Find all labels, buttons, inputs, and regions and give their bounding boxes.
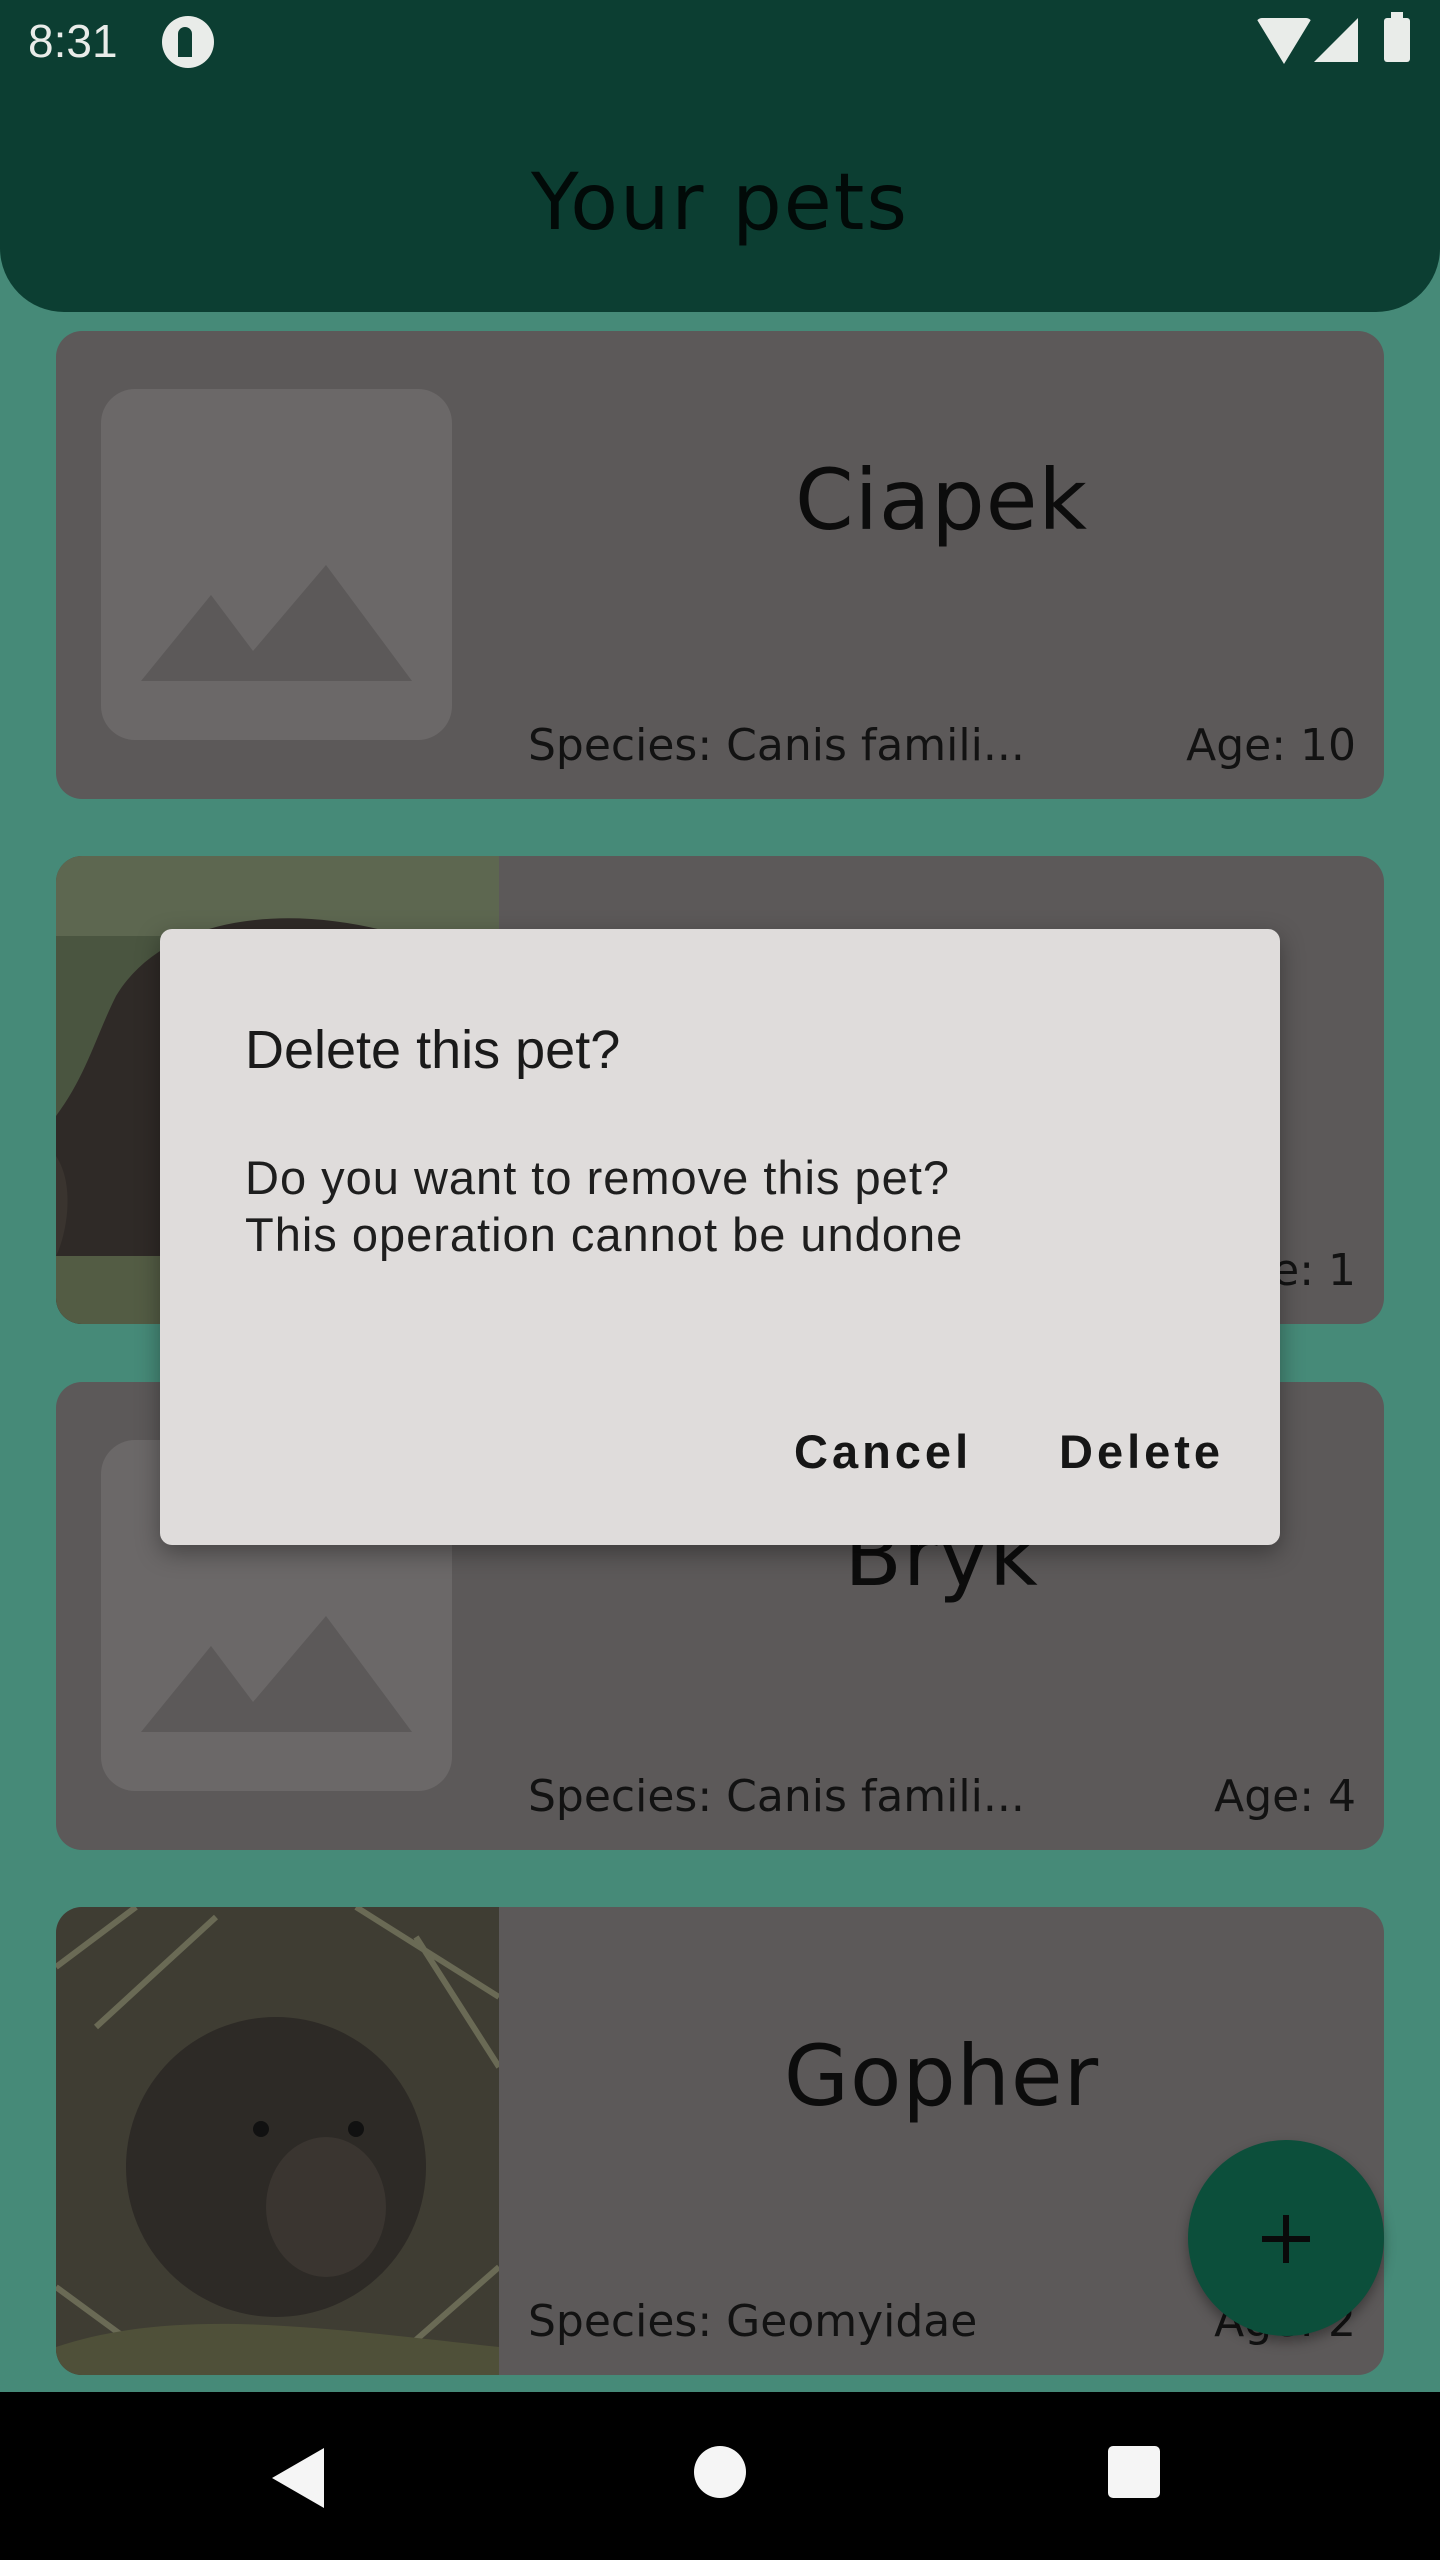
pet-name: Ciapek xyxy=(794,451,1089,549)
dialog-message: Do you want to remove this pet? This ope… xyxy=(245,1149,963,1263)
delete-button[interactable]: Delete xyxy=(1059,1424,1224,1479)
pet-card[interactable]: Gopher Species: Geomyidae Age: 2 xyxy=(56,1907,1384,2375)
dialog-message-line: This operation cannot be undone xyxy=(245,1208,964,1261)
home-icon[interactable] xyxy=(694,2446,746,2498)
battery-icon xyxy=(1384,12,1410,62)
status-bar: 8:31 xyxy=(0,0,1440,84)
dialog-title: Delete this pet? xyxy=(245,1020,621,1080)
system-nav-bar xyxy=(0,2392,1440,2560)
wifi-icon xyxy=(1256,18,1312,64)
pet-name: Gopher xyxy=(783,2027,1100,2125)
add-pet-button[interactable] xyxy=(1188,2140,1384,2336)
recents-icon[interactable] xyxy=(1108,2446,1160,2498)
status-time: 8:31 xyxy=(28,15,118,67)
pet-photo-gopher xyxy=(56,1907,499,2375)
cell-signal-icon xyxy=(1314,18,1358,62)
notification-app-icon xyxy=(162,16,214,68)
pet-age: Age: 4 xyxy=(1214,1771,1356,1822)
delete-confirmation-dialog: Delete this pet? Do you want to remove t… xyxy=(160,929,1280,1545)
pet-card[interactable]: Ciapek Species: Canis famili... Age: 10 xyxy=(56,331,1384,799)
page-title: Your pets xyxy=(530,158,910,248)
dialog-message-line: Do you want to remove this pet? xyxy=(245,1151,951,1204)
pet-species: Species: Geomyidae xyxy=(528,2296,978,2347)
pet-species: Species: Canis famili... xyxy=(528,720,1025,771)
image-placeholder-icon xyxy=(101,389,452,740)
top-app-bar: Your pets xyxy=(0,84,1440,312)
pet-species: Species: Canis famili... xyxy=(528,1771,1025,1822)
plus-icon xyxy=(1188,2140,1384,2336)
pet-age: Age: 10 xyxy=(1186,720,1356,771)
back-icon[interactable] xyxy=(272,2448,324,2508)
cancel-button[interactable]: Cancel xyxy=(794,1424,972,1479)
